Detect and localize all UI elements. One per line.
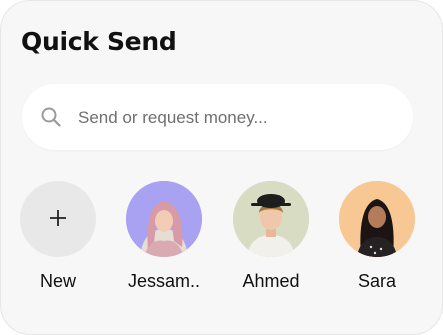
widget-title: Quick Send — [21, 27, 177, 56]
avatar-image-jessam — [126, 181, 202, 257]
avatar[interactable] — [339, 181, 415, 257]
plus-icon — [47, 207, 69, 229]
avatar-image-ahmed — [233, 181, 309, 257]
quick-send-card: Quick Send New — [0, 0, 443, 335]
new-contact-circle[interactable] — [20, 181, 96, 257]
search-bar[interactable] — [22, 84, 413, 152]
avatar[interactable] — [126, 181, 202, 257]
search-input[interactable] — [76, 84, 400, 152]
contact-sara[interactable]: Sara — [332, 181, 422, 292]
contact-name-sara: Sara — [357, 271, 397, 291]
contact-name-new: New — [39, 271, 76, 291]
contact-ahmed[interactable]: Ahmed — [226, 181, 316, 292]
avatar-image-sara — [339, 181, 415, 257]
contact-jessam[interactable]: Jessam.. — [119, 181, 209, 292]
new-contact-button[interactable]: New — [13, 181, 103, 292]
search-icon — [40, 106, 62, 128]
contact-name-jessam: Jessam.. — [127, 271, 201, 291]
contact-name-ahmed: Ahmed — [242, 271, 300, 291]
avatar[interactable] — [233, 181, 309, 257]
